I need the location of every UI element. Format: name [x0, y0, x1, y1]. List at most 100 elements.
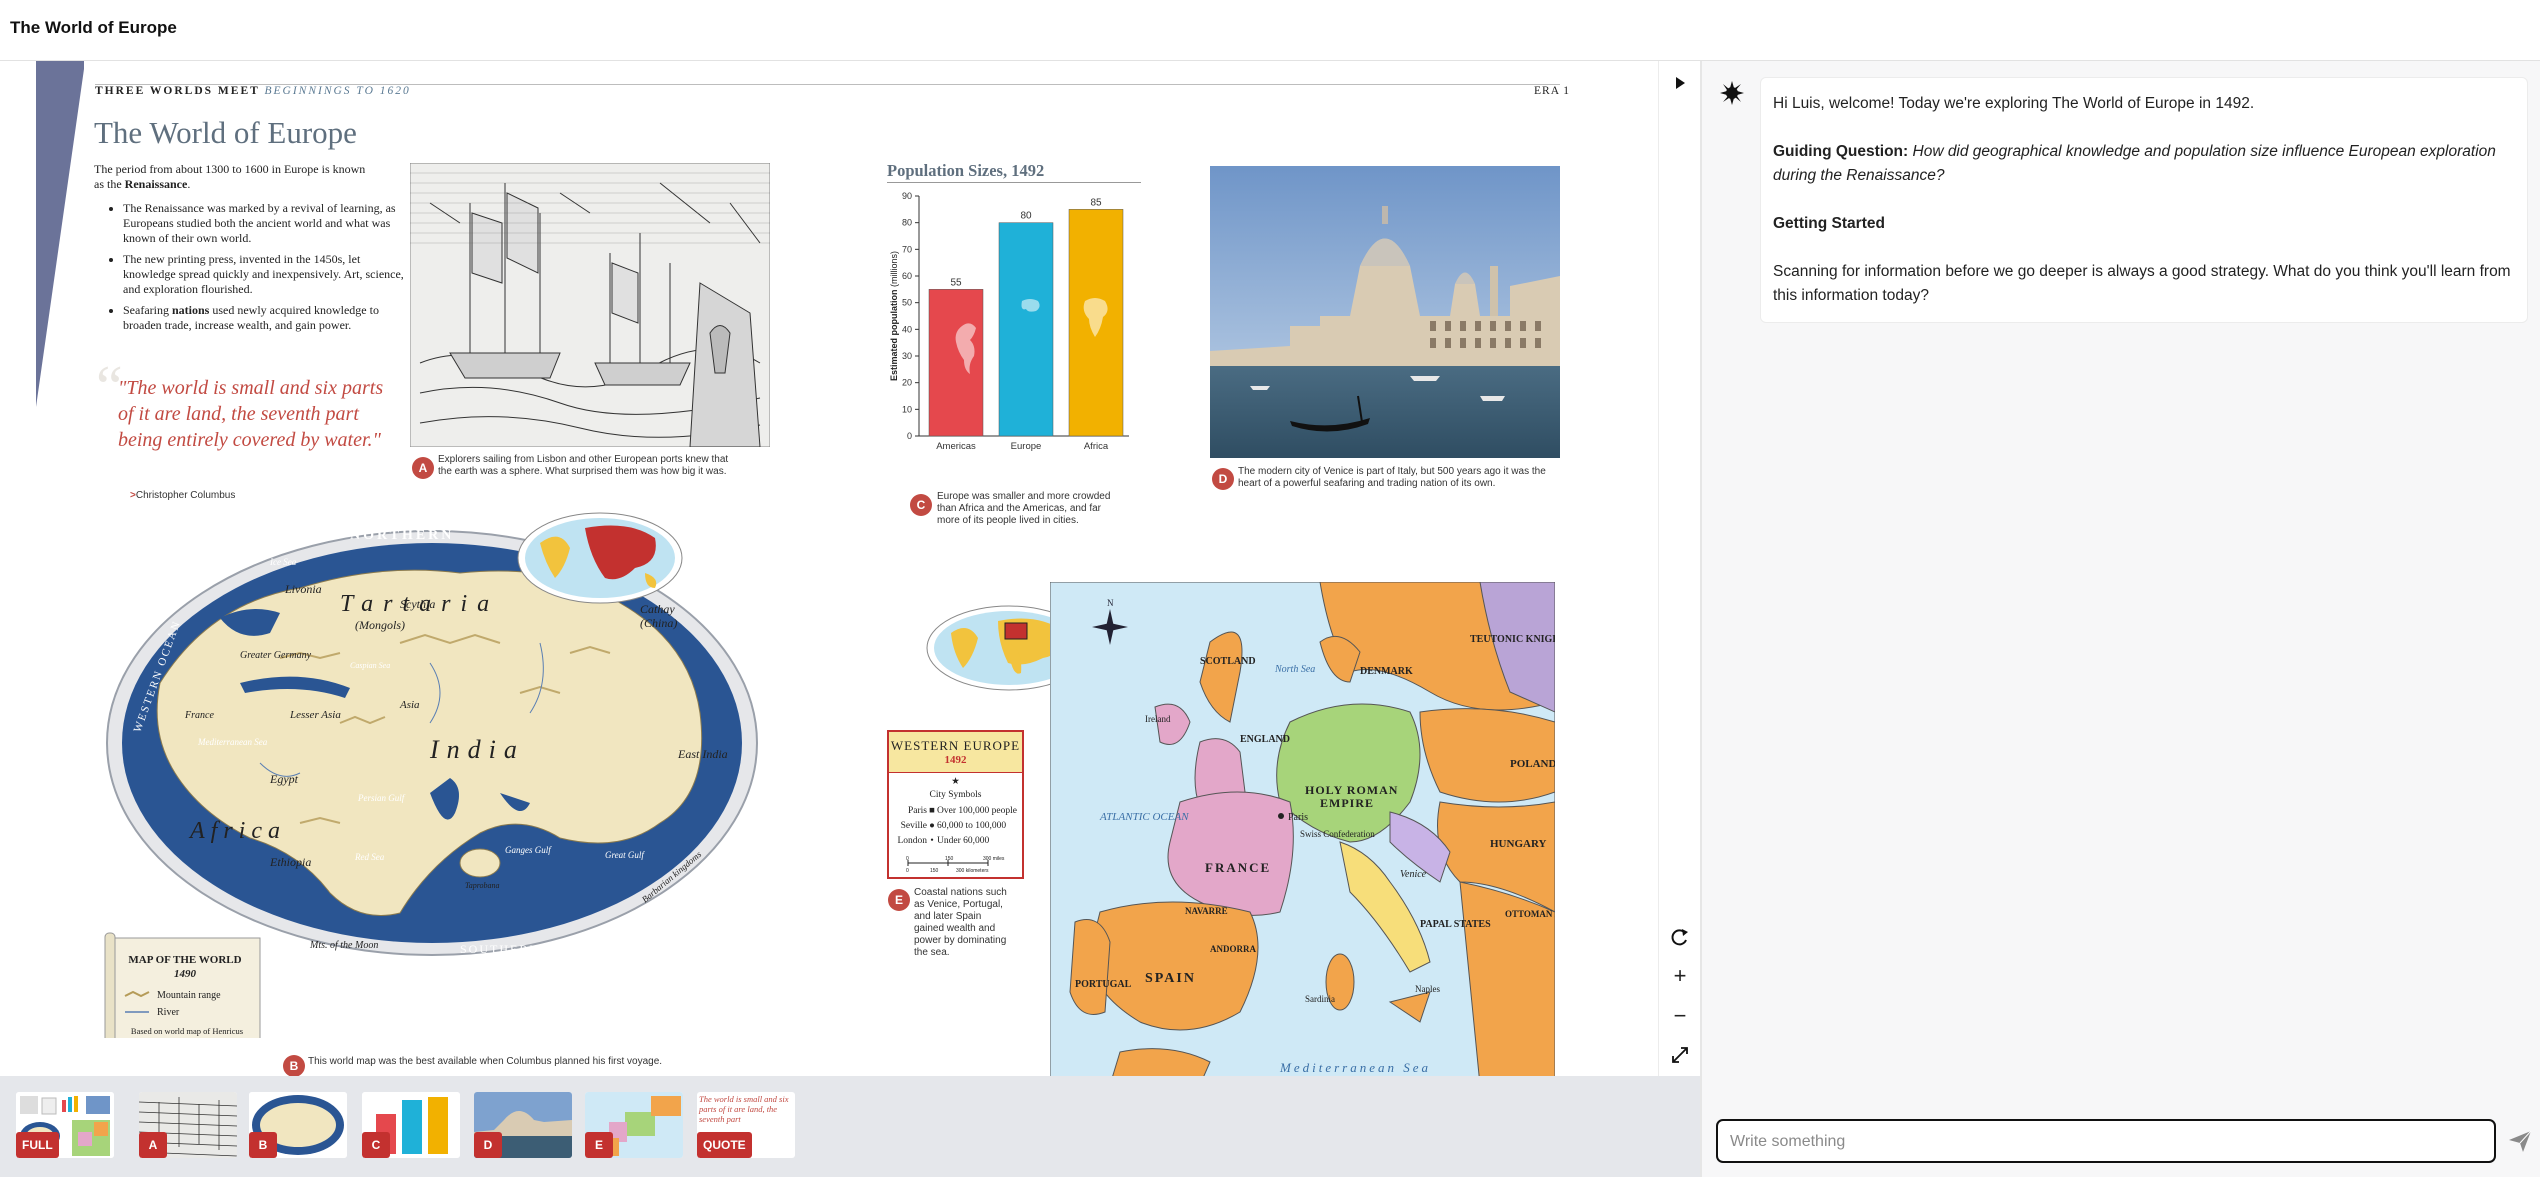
population-bar-chart: 0 10 20 30 40 50 60 70 80 90 Estimated population … — [889, 191, 1129, 452]
thumb-b[interactable]: B — [249, 1092, 347, 1158]
map-label-scotland: SCOTLAND — [1200, 656, 1256, 667]
map-label-red-sea: Red Sea — [354, 852, 385, 862]
guiding-question: Guiding Question: How did geographical k… — [1773, 140, 2515, 188]
y-tick-label: 40 — [902, 324, 912, 334]
bullet-item: Seafaring nations used newly acquired kn… — [123, 303, 408, 333]
legend-row: Seville ● 60,000 to 100,000 — [895, 821, 1023, 831]
map-scale-bar: 0 150 300 miles 0 150 300 kilometers — [906, 856, 1005, 874]
bullet-item: The new printing press, invented in the … — [123, 252, 408, 297]
map-label-swiss: Swiss Confederation — [1300, 829, 1375, 839]
thumb-e[interactable]: E — [585, 1092, 683, 1158]
map-label-france-e: FRANCE — [1205, 860, 1271, 875]
y-axis-label: Estimated population (millions) — [889, 251, 899, 381]
map-label-sardinia: Sardinia — [1305, 994, 1335, 1004]
map-label-asia: Asia — [399, 699, 420, 711]
map-label-mediterranean: Mediterranean Sea — [197, 737, 268, 747]
x-tick-label: Europe — [1011, 441, 1042, 452]
map-label-india: India — [429, 735, 525, 764]
document-viewer: THREE WORLDS MEET BEGINNINGS TO 1620 ERA… — [0, 61, 1701, 1076]
bullet-list: The Renaissance was marked by a revival … — [105, 201, 408, 339]
map-label-mts-moon: Mts. of the Moon — [309, 940, 378, 951]
map-label-ethiopia: Ethiopia — [269, 855, 311, 869]
caption-a: Explorers sailing from Lisbon and other … — [438, 454, 729, 477]
y-tick-label: 80 — [902, 218, 912, 228]
getting-started-text: Getting Started — [1773, 215, 1885, 232]
guiding-label: Guiding Question: — [1773, 143, 1909, 160]
thumb-label: D — [474, 1132, 502, 1158]
western-europe-map-1492[interactable]: SCOTLAND Ireland ENGLAND North Sea DENMA… — [1050, 582, 1555, 1076]
caption-badge-c[interactable]: C — [910, 494, 932, 516]
caption-c: Europe was smaller and more crowded than… — [937, 491, 1111, 526]
chat-input[interactable] — [1728, 1129, 2472, 1155]
world-map-1490[interactable]: NORTHERN OCEAN WESTERN OCEAN Tartaria (M… — [100, 493, 770, 1038]
map-label-north-sea: North Sea — [1274, 664, 1315, 675]
caption-badge-b[interactable]: B — [283, 1055, 305, 1076]
assistant-star-icon — [1718, 79, 1746, 107]
thumb-quote[interactable]: The world is small and six parts of it a… — [697, 1092, 795, 1158]
legend-row: London • Under 60,000 — [895, 836, 1023, 846]
city-dot-icon: ● — [929, 821, 935, 831]
caption-badge-a[interactable]: A — [412, 457, 434, 479]
map-label-andorra: ANDORRA — [1210, 944, 1256, 954]
greeting-text: Hi Luis, welcome! Today we're exploring … — [1773, 95, 2255, 112]
bullet-text: Seafaring — [123, 303, 172, 317]
caption-badge-e[interactable]: E — [888, 889, 910, 911]
map-legend-year: 1490 — [174, 968, 197, 980]
thumb-c[interactable]: C — [362, 1092, 460, 1158]
x-tick-label: Americas — [936, 441, 976, 452]
y-tick-label: 30 — [902, 351, 912, 361]
app-title: The World of Europe — [10, 18, 177, 37]
y-tick-label: 50 — [902, 298, 912, 308]
chat-input-box[interactable] — [1716, 1119, 2496, 1163]
caption-b: This world map was the best available wh… — [308, 1056, 663, 1067]
map-legend-river: River — [157, 1007, 180, 1018]
map-label-navarre: NAVARRE — [1185, 906, 1228, 916]
page-heading: The World of Europe — [94, 115, 357, 150]
thumbnail-strip: FULL A B C D E The world is small and si… — [0, 1076, 1700, 1177]
map-label-caspian: Caspian Sea — [350, 661, 390, 670]
map-label-china: (China) — [640, 616, 677, 630]
rotate-icon[interactable] — [1666, 923, 1694, 951]
zoom-out-button[interactable]: − — [1666, 1002, 1694, 1030]
columbus-quote: "The world is small and six parts of it … — [118, 377, 384, 451]
legend-year: 1492 — [944, 754, 967, 766]
getting-started-heading: Getting Started — [1773, 212, 2515, 236]
map-label-atlantic: ATLANTIC OCEAN — [1099, 811, 1189, 823]
send-icon[interactable] — [2506, 1127, 2534, 1155]
y-axis-label-main: Estimated population — [889, 287, 899, 381]
map-label-france: France — [184, 710, 214, 721]
bar-europe — [998, 222, 1054, 437]
map-legend-mountain: Mountain range — [157, 990, 221, 1001]
map-label-poland: POLAND — [1510, 758, 1555, 770]
zoom-in-button[interactable]: + — [1666, 962, 1694, 990]
map-label-spain: SPAIN — [1145, 971, 1196, 986]
map-label-med-sea: Mediterranean Sea — [1279, 1060, 1431, 1075]
legend-row: Paris ■ Over 100,000 people — [895, 806, 1023, 816]
caption-badge-d[interactable]: D — [1212, 468, 1234, 490]
venice-photo[interactable] — [1210, 166, 1560, 458]
bullet-item: The Renaissance was marked by a revival … — [123, 201, 408, 246]
intro-keyword: Renaissance — [124, 177, 188, 191]
thumb-full[interactable]: FULL — [16, 1092, 114, 1158]
map-label-ganges-gulf: Ganges Gulf — [505, 845, 552, 855]
thumb-d[interactable]: D — [474, 1092, 572, 1158]
map-legend-source: Based on world map of Henricus Martellus… — [130, 1026, 244, 1038]
map-label-northern: NORTHERN — [350, 528, 454, 543]
textbook-page[interactable]: THREE WORLDS MEET BEGINNINGS TO 1620 ERA… — [0, 61, 1658, 1076]
map-label-teutonic: TEUTONIC KNIGHTS — [1470, 634, 1555, 645]
bullet-text: The new printing press, invented in the … — [123, 252, 404, 296]
map-label-hre: HOLY ROMAN — [1305, 783, 1398, 797]
bullet-text: The Renaissance was marked by a revival … — [123, 201, 396, 245]
map-label-venice-e: Venice — [1400, 869, 1427, 880]
play-right-icon[interactable] — [1666, 69, 1694, 97]
y-tick-label: 70 — [902, 244, 912, 254]
legend-title: WESTERN EUROPE — [890, 738, 1021, 753]
expand-icon[interactable] — [1666, 1041, 1694, 1069]
map-label-africa: Africa — [188, 818, 286, 844]
map-label-england: ENGLAND — [1240, 734, 1290, 745]
ships-engraving-image[interactable] — [410, 163, 770, 447]
thumb-a[interactable]: A — [139, 1092, 237, 1158]
city-dot-icon: ■ — [929, 806, 935, 816]
map-label-scythia: Scythia — [400, 597, 435, 611]
map-label-persian-gulf: Persian Gulf — [357, 793, 406, 803]
